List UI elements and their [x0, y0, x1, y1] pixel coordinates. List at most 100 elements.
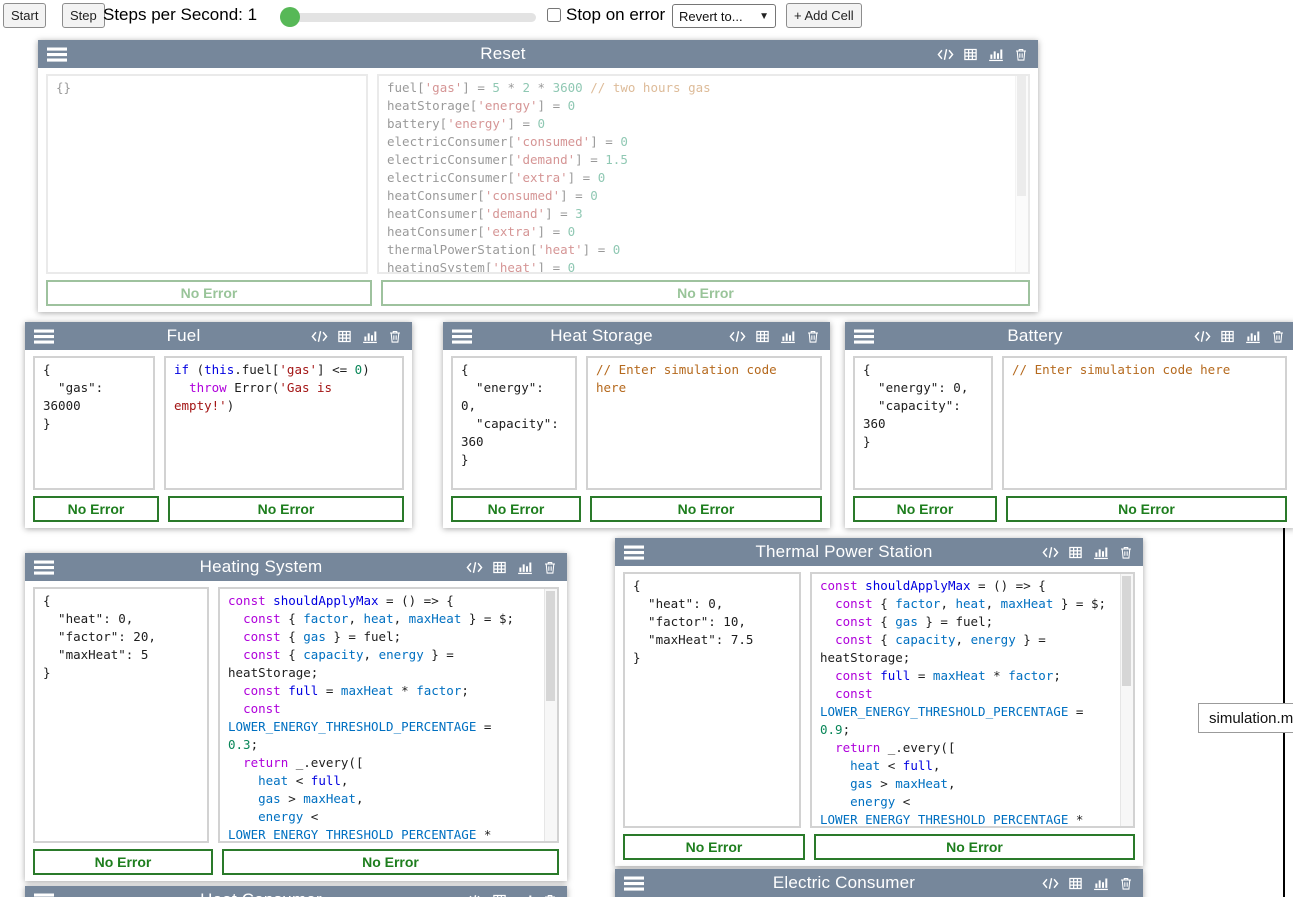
menu-icon[interactable] [624, 545, 646, 560]
json-line: } [43, 664, 199, 682]
menu-icon[interactable] [47, 47, 69, 62]
code-icon[interactable] [311, 328, 328, 345]
table-icon[interactable] [1067, 544, 1084, 561]
menu-icon[interactable] [452, 329, 474, 344]
chevron-down-icon: ▼ [759, 11, 769, 22]
chart-icon[interactable] [779, 328, 796, 345]
scrollbar[interactable] [1015, 76, 1028, 272]
slider-track[interactable] [280, 13, 536, 22]
state-json-panel[interactable]: { "energy": 0, "capacity":360} [853, 356, 993, 490]
state-json-panel[interactable]: { "gas":36000} [33, 356, 155, 490]
code-error-status: No Error [814, 834, 1135, 860]
chart-icon[interactable] [987, 46, 1004, 63]
slider-thumb[interactable] [280, 7, 300, 27]
cell-header: Heating System [25, 553, 567, 581]
code-icon[interactable] [466, 892, 483, 897]
chart-icon[interactable] [1092, 544, 1109, 561]
scrollbar-thumb[interactable] [546, 591, 555, 701]
chart-icon[interactable] [361, 328, 378, 345]
code-line: battery['energy'] = 0 [387, 115, 1008, 133]
table-icon[interactable] [962, 46, 979, 63]
table-icon[interactable] [491, 559, 508, 576]
code-line: gas > maxHeat, [820, 775, 1113, 793]
code-line: const { factor, heat, maxHeat } = $; [228, 610, 537, 628]
scrollbar-thumb[interactable] [1017, 76, 1026, 196]
table-icon[interactable] [1219, 328, 1236, 345]
table-icon[interactable] [754, 328, 771, 345]
filename-tooltip-text: simulation.m [1209, 710, 1293, 727]
state-json-panel[interactable]: {} [46, 74, 368, 274]
start-button[interactable]: Start [3, 3, 46, 28]
cell-header-icons [1042, 544, 1134, 561]
code-icon[interactable] [466, 559, 483, 576]
steps-per-second-label: Steps per Second: 1 [103, 5, 257, 25]
scrollbar-thumb[interactable] [1122, 576, 1131, 686]
revert-select[interactable]: Revert to... ▼ [672, 4, 776, 28]
code-icon[interactable] [1194, 328, 1211, 345]
code-icon[interactable] [937, 46, 954, 63]
cell-header: Heat Storage [443, 322, 830, 350]
trash-icon[interactable] [541, 559, 558, 576]
chart-icon[interactable] [516, 892, 533, 897]
json-line: "energy": [461, 379, 567, 397]
code-line: LOWER_ENERGY_THRESHOLD_PERCENTAGE * [820, 811, 1113, 828]
state-json-panel[interactable]: { "heat": 0, "factor": 20, "maxHeat": 5} [33, 587, 209, 843]
state-json-panel[interactable]: { "heat": 0, "factor": 10, "maxHeat": 7.… [623, 572, 801, 828]
trash-icon[interactable] [386, 328, 403, 345]
state-error-status: No Error [33, 849, 213, 875]
table-icon[interactable] [491, 892, 508, 897]
json-line: 0, [461, 397, 567, 415]
code-editor-panel[interactable]: if (this.fuel['gas'] <= 0) throw Error('… [164, 356, 404, 490]
menu-icon[interactable] [34, 893, 56, 897]
chart-icon[interactable] [516, 559, 533, 576]
scrollbar[interactable] [544, 589, 557, 841]
code-line: thermalPowerStation['heat'] = 0 [387, 241, 1008, 259]
cell-header-icons [937, 46, 1029, 63]
trash-icon[interactable] [1117, 544, 1134, 561]
code-line: heatConsumer['demand'] = 3 [387, 205, 1008, 223]
menu-icon[interactable] [624, 876, 646, 891]
add-cell-button[interactable]: + Add Cell [786, 3, 862, 28]
step-button[interactable]: Step [62, 3, 105, 28]
code-line: const { factor, heat, maxHeat } = $; [820, 595, 1113, 613]
code-line: gas > maxHeat, [228, 790, 537, 808]
cell-body: { "gas":36000}if (this.fuel['gas'] <= 0)… [25, 350, 412, 490]
trash-icon[interactable] [541, 892, 558, 897]
code-line: empty!') [174, 397, 394, 415]
code-editor-panel[interactable]: fuel['gas'] = 5 * 2 * 3600 // two hours … [377, 74, 1030, 274]
code-line: heatConsumer['consumed'] = 0 [387, 187, 1008, 205]
trash-icon[interactable] [1012, 46, 1029, 63]
code-line: return _.every([ [820, 739, 1113, 757]
cell-body: {}fuel['gas'] = 5 * 2 * 3600 // two hour… [38, 68, 1038, 274]
cell-body: { "energy":0, "capacity":360}// Enter si… [443, 350, 830, 490]
code-line: LOWER_ENERGY_THRESHOLD_PERCENTAGE = [228, 718, 537, 736]
cell-fuel: Fuel{ "gas":36000}if (this.fuel['gas'] <… [25, 322, 412, 528]
cell-title: Heating System [56, 557, 466, 577]
cell-header: Electric Consumer [615, 869, 1143, 897]
menu-icon[interactable] [34, 329, 56, 344]
code-editor-panel[interactable]: // Enter simulation code here [1002, 356, 1287, 490]
code-editor-panel[interactable]: const shouldApplyMax = () => { const { f… [810, 572, 1135, 828]
trash-icon[interactable] [804, 328, 821, 345]
chart-icon[interactable] [1244, 328, 1261, 345]
stop-on-error-checkbox[interactable] [547, 8, 561, 22]
code-line: const { gas } = fuel; [820, 613, 1113, 631]
json-line: { [43, 361, 145, 379]
trash-icon[interactable] [1117, 875, 1134, 892]
trash-icon[interactable] [1269, 328, 1286, 345]
scrollbar[interactable] [1120, 574, 1133, 826]
code-icon[interactable] [729, 328, 746, 345]
code-icon[interactable] [1042, 544, 1059, 561]
code-editor-panel[interactable]: const shouldApplyMax = () => { const { f… [218, 587, 559, 843]
table-icon[interactable] [336, 328, 353, 345]
menu-icon[interactable] [854, 329, 876, 344]
table-icon[interactable] [1067, 875, 1084, 892]
menu-icon[interactable] [34, 560, 56, 575]
speed-slider[interactable] [280, 7, 536, 27]
code-icon[interactable] [1042, 875, 1059, 892]
cell-title: Heat Storage [474, 326, 729, 346]
chart-icon[interactable] [1092, 875, 1109, 892]
code-line: heat < full, [228, 772, 537, 790]
state-json-panel[interactable]: { "energy":0, "capacity":360} [451, 356, 577, 490]
code-editor-panel[interactable]: // Enter simulation codehere [586, 356, 822, 490]
